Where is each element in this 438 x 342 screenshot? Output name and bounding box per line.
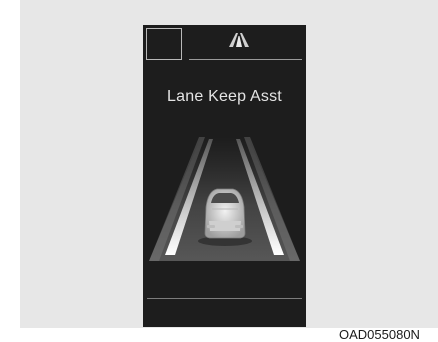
- cluster-display: Lane Keep Asst: [143, 25, 306, 327]
- screen-title: Lane Keep Asst: [167, 88, 282, 105]
- lane-road-illustration: [149, 137, 300, 261]
- mode-indicator-box: [146, 28, 182, 60]
- header-divider: [189, 59, 302, 60]
- footer-divider: [147, 298, 302, 299]
- lane-assist-icon: [229, 33, 249, 47]
